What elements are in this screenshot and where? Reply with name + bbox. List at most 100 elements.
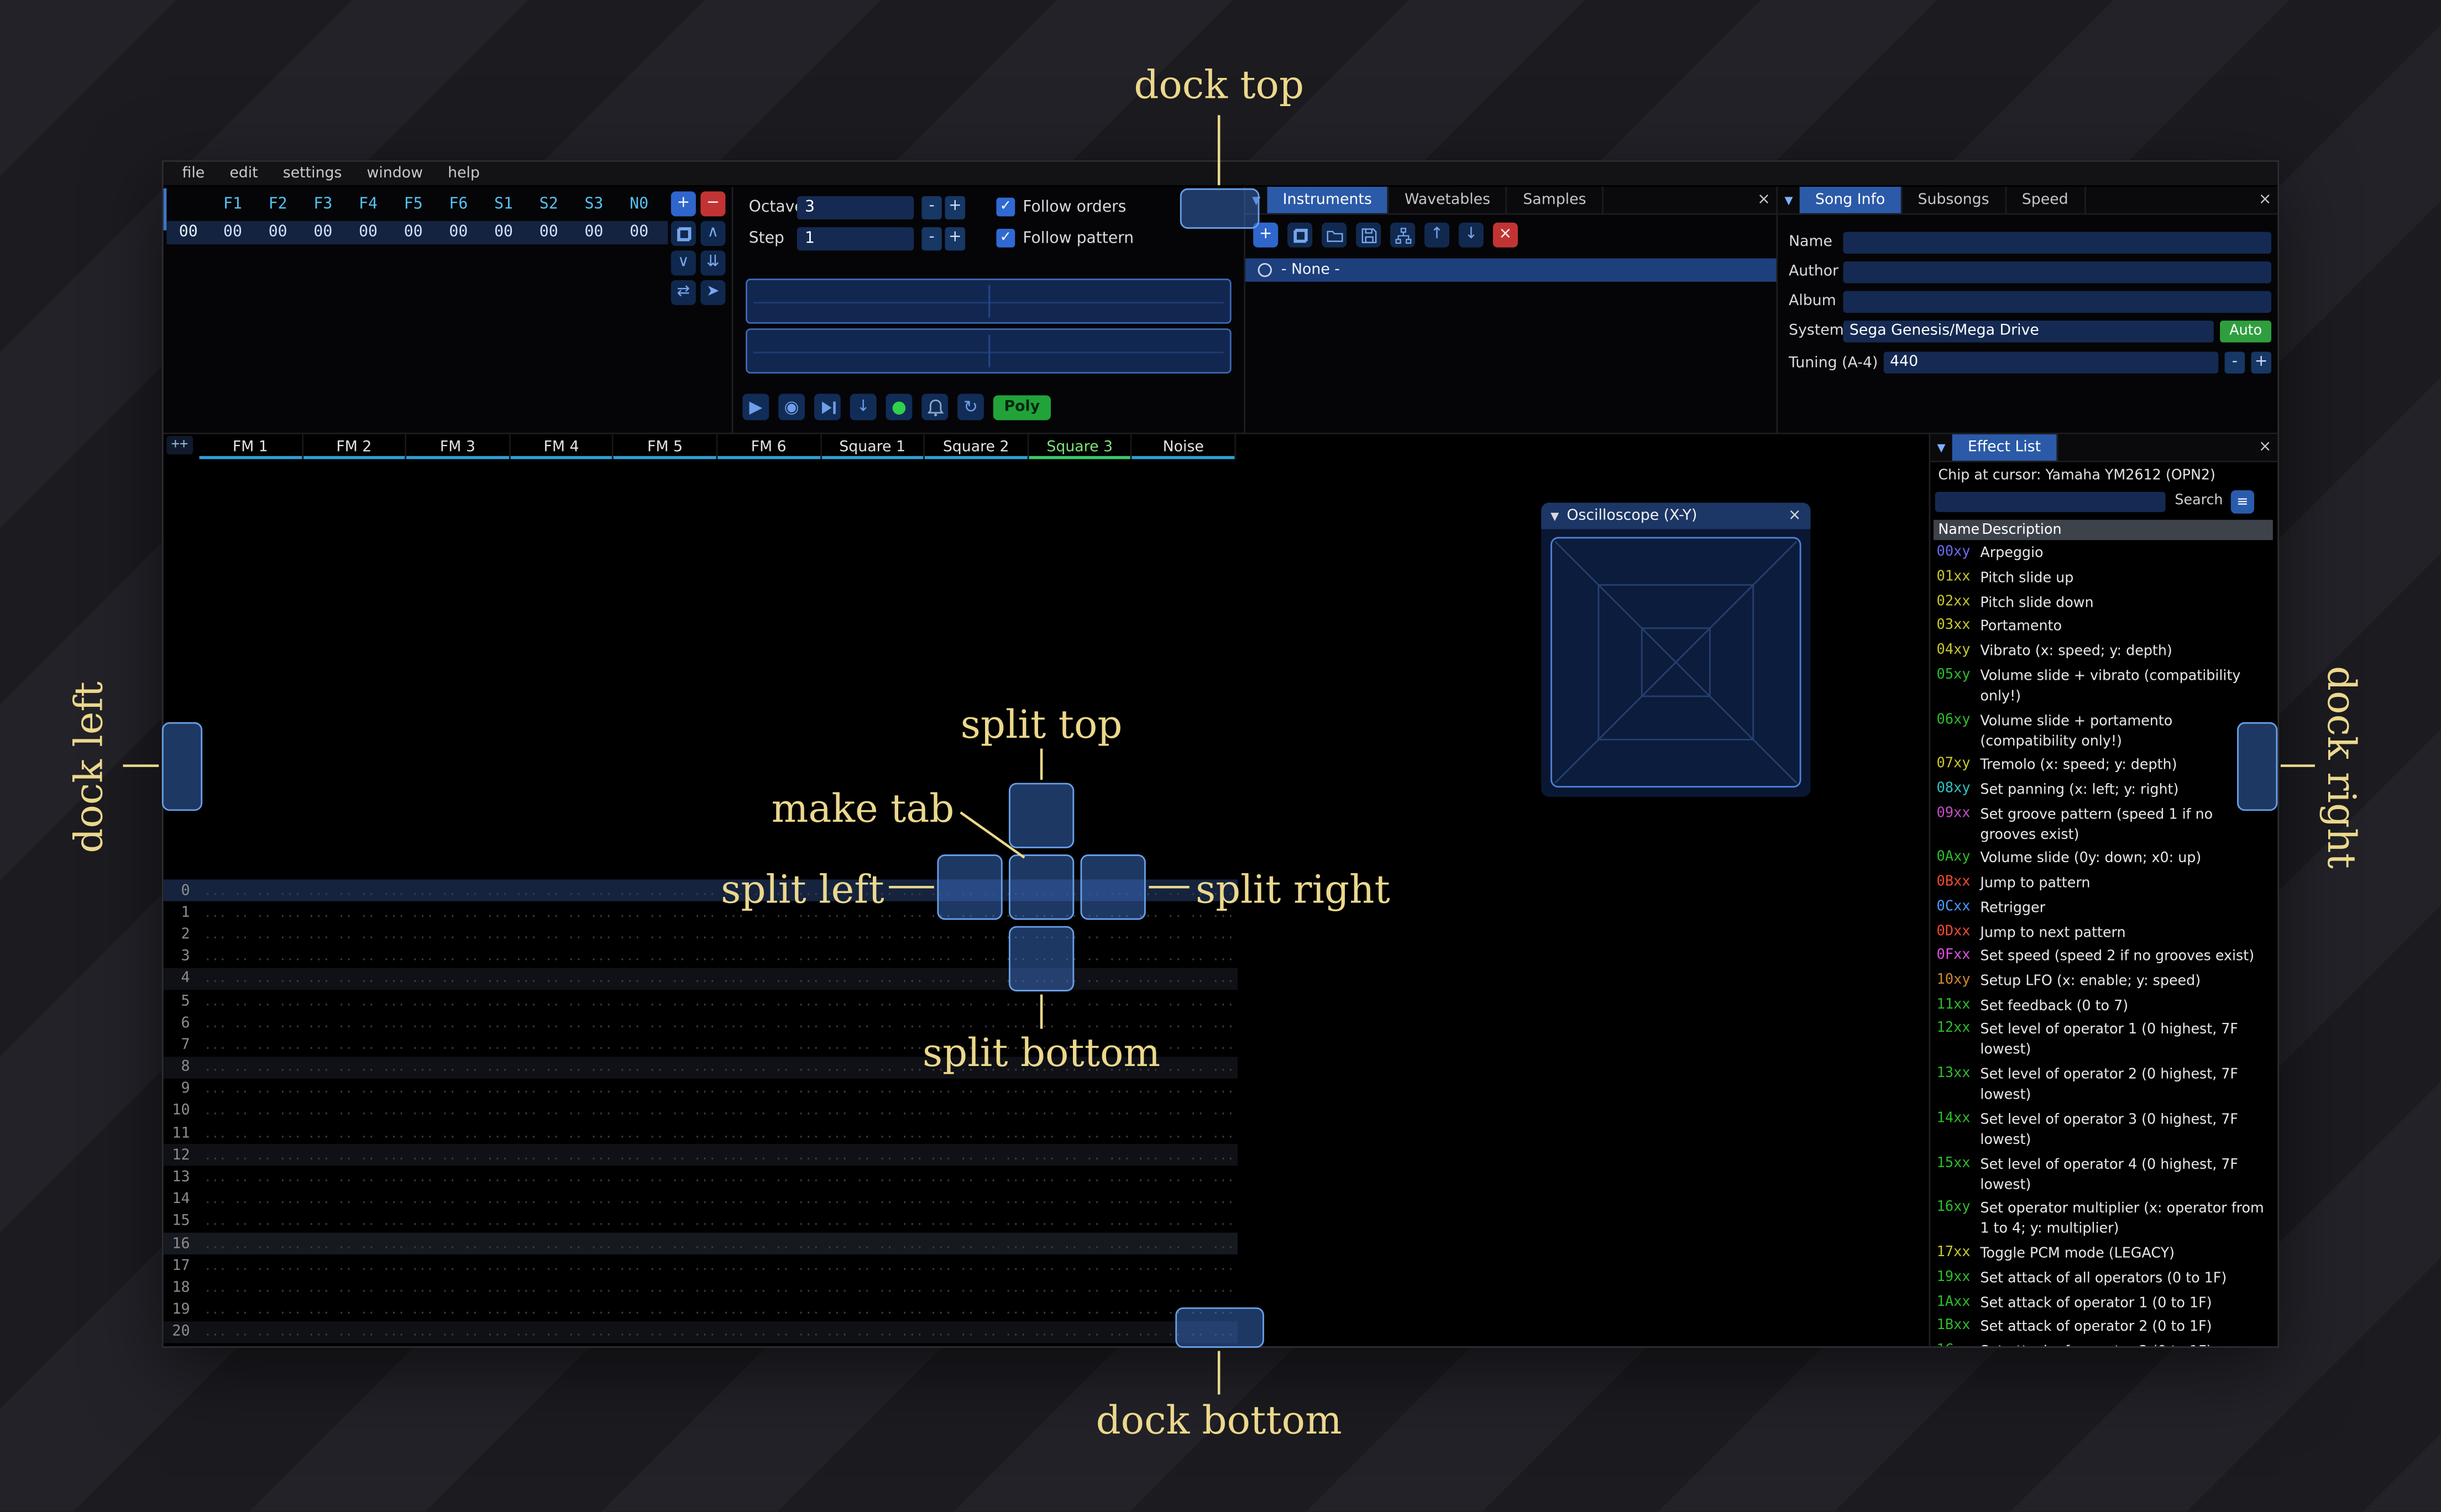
pattern-cell[interactable]: ... .. .. .... bbox=[199, 1038, 303, 1052]
pattern-cell[interactable]: ... .. .. .... bbox=[1029, 1237, 1132, 1251]
poly-toggle-button[interactable]: Poly bbox=[993, 394, 1051, 420]
pattern-cell[interactable]: ... .. .. .... bbox=[821, 1038, 925, 1052]
pattern-cell[interactable]: ... .. .. .... bbox=[1132, 1215, 1236, 1229]
pattern-cell[interactable]: ... .. .. .... bbox=[717, 1281, 821, 1295]
songinfo-dock-menu-button[interactable]: ▼ bbox=[1778, 187, 1799, 213]
pattern-cell[interactable]: ... .. .. .... bbox=[614, 1016, 717, 1030]
pattern-cell[interactable]: ... .. .. .... bbox=[821, 1170, 925, 1184]
pattern-cell[interactable]: ... .. .. .... bbox=[199, 1325, 303, 1339]
pattern-cell[interactable]: ... .. .. .... bbox=[510, 884, 614, 897]
dock-target-bottom[interactable] bbox=[1175, 1307, 1264, 1348]
effect-row-16xy[interactable]: 16xy Set operator multiplier (x: operator… bbox=[1934, 1199, 2277, 1243]
instrument-save-button[interactable] bbox=[1356, 222, 1381, 248]
pattern-cell[interactable]: ... .. .. .... bbox=[199, 1237, 303, 1251]
pattern-cell[interactable]: ... .. .. .... bbox=[303, 1281, 406, 1295]
effect-row-0cxx[interactable]: 0Cxx Retrigger bbox=[1934, 897, 2277, 922]
pattern-cell[interactable]: ... .. .. .... bbox=[1132, 1148, 1236, 1162]
pattern-cell[interactable]: ... .. .. .... bbox=[199, 972, 303, 985]
pattern-cell[interactable]: ... .. .. .... bbox=[1132, 1193, 1236, 1206]
pattern-cell[interactable]: ... .. .. .... bbox=[1132, 1016, 1236, 1030]
pattern-cell[interactable]: ... .. .. .... bbox=[1132, 1259, 1236, 1273]
pattern-cell[interactable]: ... .. .. .... bbox=[510, 949, 614, 963]
dock-target-right[interactable] bbox=[2237, 722, 2278, 811]
channel-header-square-2[interactable]: Square 2 bbox=[925, 434, 1029, 459]
pattern-cell[interactable]: ... .. .. .... bbox=[925, 1215, 1029, 1229]
order-clone-end-button[interactable]: ⇊ bbox=[700, 250, 726, 276]
order-cell[interactable]: 00 bbox=[301, 224, 346, 242]
pattern-cell[interactable]: ... .. .. .... bbox=[303, 1237, 406, 1251]
pattern-cell[interactable]: ... .. .. .... bbox=[614, 1193, 717, 1206]
order-remove-button[interactable]: − bbox=[700, 191, 726, 217]
pattern-cell[interactable]: ... .. .. .... bbox=[925, 994, 1029, 1007]
pattern-cell[interactable]: ... .. .. .... bbox=[717, 1082, 821, 1096]
pattern-cell[interactable]: ... .. .. .... bbox=[717, 1148, 821, 1162]
pattern-cell[interactable]: ... .. .. .... bbox=[510, 1259, 614, 1273]
pattern-cell[interactable]: ... .. .. .... bbox=[407, 1126, 510, 1140]
pattern-cell[interactable]: ... .. .. .... bbox=[925, 1259, 1029, 1273]
album-input[interactable] bbox=[1843, 290, 2272, 312]
order-cell[interactable]: 00 bbox=[481, 224, 526, 242]
pattern-cell[interactable]: ... .. .. .... bbox=[1132, 1281, 1236, 1295]
pattern-cell[interactable]: ... .. .. .... bbox=[1029, 1016, 1132, 1030]
pattern-cell[interactable]: ... .. .. .... bbox=[199, 994, 303, 1007]
pattern-cell[interactable]: ... .. .. .... bbox=[614, 884, 717, 897]
pattern-cell[interactable]: ... .. .. .... bbox=[407, 884, 510, 897]
pattern-cell[interactable]: ... .. .. .... bbox=[407, 927, 510, 941]
make-tab-target[interactable] bbox=[1008, 854, 1075, 920]
pattern-cell[interactable]: ... .. .. .... bbox=[717, 994, 821, 1007]
menu-settings[interactable]: settings bbox=[270, 162, 354, 186]
pattern-cell[interactable]: ... .. .. .... bbox=[1029, 1148, 1132, 1162]
pattern-cell[interactable]: ... .. .. .... bbox=[303, 1060, 406, 1074]
pattern-cell[interactable]: ... .. .. .... bbox=[199, 1170, 303, 1184]
pattern-cell[interactable]: ... .. .. .... bbox=[303, 1215, 406, 1229]
pattern-cell[interactable]: ... .. .. .... bbox=[925, 1193, 1029, 1206]
pattern-cell[interactable]: ... .. .. .... bbox=[821, 1215, 925, 1229]
pattern-cell[interactable]: ... .. .. .... bbox=[407, 994, 510, 1007]
pattern-cell[interactable]: ... .. .. .... bbox=[821, 1237, 925, 1251]
effectlist-close-button[interactable]: × bbox=[2253, 434, 2277, 461]
pattern-cell[interactable]: ... .. .. .... bbox=[510, 927, 614, 941]
order-cell[interactable]: 00 bbox=[345, 224, 391, 242]
pattern-cell[interactable]: ... .. .. .... bbox=[199, 1259, 303, 1273]
pattern-cell[interactable]: ... .. .. .... bbox=[199, 1193, 303, 1206]
pattern-cell[interactable]: ... .. .. .... bbox=[717, 1237, 821, 1251]
pattern-cell[interactable]: ... .. .. .... bbox=[510, 1082, 614, 1096]
effect-row-04xy[interactable]: 04xy Vibrato (x: speed; y: depth) bbox=[1934, 641, 2277, 665]
pattern-cell[interactable]: ... .. .. .... bbox=[614, 1303, 717, 1317]
channel-header-fm-5[interactable]: FM 5 bbox=[614, 434, 718, 459]
pattern-cell[interactable]: ... .. .. .... bbox=[303, 1104, 406, 1118]
effect-row-15xx[interactable]: 15xx Set level of operator 4 (0 highest, … bbox=[1934, 1154, 2277, 1199]
pattern-cell[interactable]: ... .. .. .... bbox=[614, 972, 717, 985]
instrument-move-up-button[interactable]: ↑ bbox=[1424, 222, 1450, 248]
pattern-cell[interactable]: ... .. .. .... bbox=[925, 1303, 1029, 1317]
effect-row-14xx[interactable]: 14xx Set level of operator 3 (0 highest, … bbox=[1934, 1109, 2277, 1154]
step-input[interactable]: 1 bbox=[797, 227, 914, 251]
pattern-cell[interactable]: ... .. .. .... bbox=[199, 884, 303, 897]
play-from-cursor-button[interactable] bbox=[814, 393, 841, 421]
pattern-cell[interactable]: ... .. .. .... bbox=[614, 1060, 717, 1074]
pattern-cell[interactable]: ... .. .. .... bbox=[407, 1259, 510, 1273]
pattern-cell[interactable]: ... .. .. .... bbox=[614, 949, 717, 963]
pattern-cell[interactable]: ... .. .. .... bbox=[407, 1237, 510, 1251]
pattern-cell[interactable]: ... .. .. .... bbox=[407, 1281, 510, 1295]
metronome-button[interactable] bbox=[921, 393, 949, 421]
effect-row-1bxx[interactable]: 1Bxx Set attack of operator 2 (0 to 1F) bbox=[1934, 1316, 2277, 1341]
channel-header-fm-2[interactable]: FM 2 bbox=[303, 434, 407, 459]
pattern-cell[interactable]: ... .. .. .... bbox=[407, 1170, 510, 1184]
order-add-button[interactable]: + bbox=[671, 191, 696, 217]
split-target-left[interactable] bbox=[937, 854, 1003, 920]
assets-close-button[interactable]: × bbox=[1751, 187, 1776, 213]
tab-speed[interactable]: Speed bbox=[2007, 186, 2086, 213]
instrument-list-item[interactable]: - None - bbox=[1245, 258, 1777, 282]
split-target-right[interactable] bbox=[1080, 854, 1146, 920]
pattern-cell[interactable]: ... .. .. .... bbox=[407, 1215, 510, 1229]
instrument-move-down-button[interactable]: ↓ bbox=[1458, 222, 1484, 248]
follow-orders-checkbox[interactable]: ✓ bbox=[996, 197, 1015, 217]
tuning-input[interactable]: 440 bbox=[1883, 351, 2219, 374]
pattern-cell[interactable]: ... .. .. .... bbox=[407, 1016, 510, 1030]
pattern-cell[interactable]: ... .. .. .... bbox=[407, 1193, 510, 1206]
order-duplicate-button[interactable] bbox=[671, 221, 696, 246]
pattern-cell[interactable]: ... .. .. .... bbox=[199, 1281, 303, 1295]
tuning-plus-button[interactable]: + bbox=[2251, 351, 2272, 374]
menu-file[interactable]: file bbox=[170, 162, 217, 186]
